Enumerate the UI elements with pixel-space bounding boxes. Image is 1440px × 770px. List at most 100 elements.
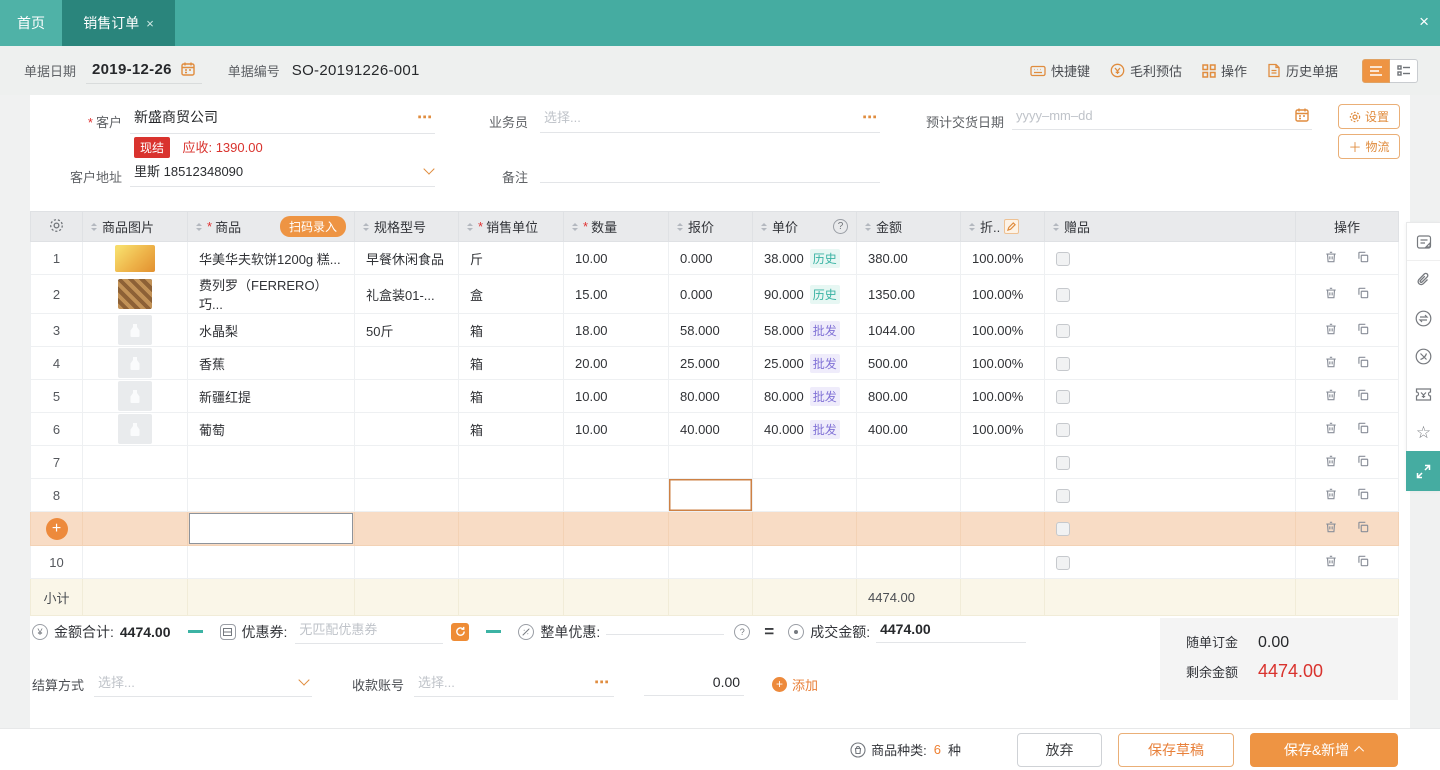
gift-checkbox[interactable] xyxy=(1056,251,1070,266)
receive-account-select[interactable]: 选择... ⋯ xyxy=(414,672,615,697)
product-image[interactable] xyxy=(115,244,155,272)
discount-cell[interactable]: 100.00% xyxy=(960,412,1045,446)
header-unit[interactable]: * 销售单位 xyxy=(458,211,564,242)
unit-cell[interactable]: 箱 xyxy=(458,313,564,347)
operations-button[interactable]: 操作 xyxy=(1202,61,1247,80)
price-cell[interactable]: 25.000 批发 xyxy=(752,346,857,380)
gift-checkbox[interactable] xyxy=(1056,555,1070,570)
product-name-cell[interactable]: 香蕉 xyxy=(187,346,355,380)
spec-cell[interactable] xyxy=(354,379,459,413)
header-product[interactable]: * 商品 扫码录入 xyxy=(187,211,355,242)
shortcut-keys-button[interactable]: 快捷键 xyxy=(1030,61,1090,80)
customer-address-field[interactable]: 里斯 18512348090 xyxy=(130,161,435,187)
quote-cell[interactable]: 0.000 xyxy=(668,274,753,314)
header-product-image[interactable]: 商品图片 xyxy=(82,211,188,242)
copy-icon[interactable] xyxy=(1356,322,1370,336)
calendar-icon[interactable] xyxy=(1294,107,1310,123)
remark-field[interactable] xyxy=(540,161,880,183)
discount-cell[interactable]: 100.00% xyxy=(960,346,1045,380)
tab-home[interactable]: 首页 xyxy=(0,0,62,46)
product-image[interactable] xyxy=(118,279,152,309)
coupon-field[interactable]: 无匹配优惠券 xyxy=(295,619,444,644)
copy-icon[interactable] xyxy=(1356,487,1370,501)
discount-cell[interactable]: 100.00% xyxy=(960,313,1045,347)
save-draft-button[interactable]: 保存草稿 xyxy=(1118,732,1234,767)
add-payment-button[interactable]: + 添加 xyxy=(772,675,818,694)
chevron-down-icon[interactable] xyxy=(423,163,435,175)
gift-checkbox[interactable] xyxy=(1056,287,1070,302)
list-view-icon[interactable] xyxy=(1362,58,1390,83)
quote-cell[interactable]: 0.000 xyxy=(668,241,753,275)
sort-icon[interactable] xyxy=(969,222,975,231)
account-more-icon[interactable]: ⋯ xyxy=(594,673,610,691)
delete-icon[interactable] xyxy=(1324,250,1338,264)
expand-button[interactable] xyxy=(1406,451,1440,491)
edit-icon[interactable] xyxy=(1004,219,1020,234)
delete-icon[interactable] xyxy=(1324,487,1338,501)
delete-icon[interactable] xyxy=(1324,322,1338,336)
sort-icon[interactable] xyxy=(467,222,473,231)
qty-cell[interactable]: 10.00 xyxy=(563,241,669,275)
gift-checkbox[interactable] xyxy=(1056,522,1070,537)
product-name-cell[interactable]: 费列罗（FERRERO）巧... xyxy=(187,274,355,314)
window-close-icon[interactable]: × xyxy=(1419,12,1429,32)
logistics-button[interactable]: ＋ 物流 xyxy=(1338,134,1400,159)
voucher-button[interactable] xyxy=(1407,375,1440,413)
refresh-coupon-button[interactable] xyxy=(451,622,470,641)
doc-date-field[interactable]: 2019-12-26 xyxy=(86,58,202,84)
header-discount[interactable]: 折.. xyxy=(960,211,1045,242)
discount-cell[interactable]: 100.00% xyxy=(960,274,1045,314)
settle-method-select[interactable]: 选择... xyxy=(94,672,313,697)
tab-sales-order[interactable]: 销售订单 × xyxy=(62,0,175,46)
unit-cell[interactable]: 箱 xyxy=(458,346,564,380)
spec-cell[interactable] xyxy=(354,346,459,380)
price-cell[interactable]: 40.000 批发 xyxy=(752,412,857,446)
payment-amount-input[interactable]: 0.00 xyxy=(644,674,745,696)
price-cell[interactable]: 90.000 历史 xyxy=(752,274,857,314)
sort-icon[interactable] xyxy=(363,222,369,231)
qty-cell[interactable]: 10.00 xyxy=(563,379,669,413)
spec-cell[interactable]: 礼盒装01-... xyxy=(354,274,459,314)
gift-checkbox[interactable] xyxy=(1056,323,1070,338)
delete-icon[interactable] xyxy=(1324,355,1338,369)
tab-close-icon[interactable]: × xyxy=(146,16,154,31)
sort-icon[interactable] xyxy=(1053,222,1059,231)
debt-button[interactable] xyxy=(1407,337,1440,375)
price-cell[interactable]: 38.000 历史 xyxy=(752,241,857,275)
abandon-button[interactable]: 放弃 xyxy=(1017,732,1102,767)
copy-icon[interactable] xyxy=(1356,250,1370,264)
add-row-button[interactable]: + xyxy=(45,517,68,540)
sort-icon[interactable] xyxy=(572,222,578,231)
sort-icon[interactable] xyxy=(761,222,767,231)
save-and-new-button[interactable]: 保存&新增 xyxy=(1250,732,1398,767)
sort-icon[interactable] xyxy=(91,222,97,231)
gift-checkbox[interactable] xyxy=(1056,488,1070,503)
favorite-button[interactable]: ☆ xyxy=(1407,413,1440,451)
unit-cell[interactable]: 斤 xyxy=(458,241,564,275)
quote-cell[interactable]: 25.000 xyxy=(668,346,753,380)
copy-icon[interactable] xyxy=(1356,355,1370,369)
header-amount[interactable]: 金额 xyxy=(856,211,961,242)
history-orders-button[interactable]: 历史单据 xyxy=(1267,61,1338,80)
spec-cell[interactable]: 50斤 xyxy=(354,313,459,347)
discount-cell[interactable]: 100.00% xyxy=(960,379,1045,413)
gross-profit-button[interactable]: 毛利预估 xyxy=(1110,61,1182,80)
order-discount-field[interactable] xyxy=(606,629,725,635)
question-icon[interactable]: ? xyxy=(734,623,751,640)
sort-icon[interactable] xyxy=(196,222,202,231)
settings-button[interactable]: 设置 xyxy=(1338,104,1400,129)
calendar-icon[interactable] xyxy=(180,61,196,77)
quote-cell[interactable]: 80.000 xyxy=(668,379,753,413)
header-gift[interactable]: 赠品 xyxy=(1044,211,1296,242)
gift-checkbox[interactable] xyxy=(1056,455,1070,470)
note-button[interactable] xyxy=(1407,223,1440,261)
unit-cell[interactable]: 箱 xyxy=(458,379,564,413)
quote-cell[interactable]: 40.000 xyxy=(668,412,753,446)
delete-icon[interactable] xyxy=(1324,388,1338,402)
quote-cell[interactable]: 58.000 xyxy=(668,313,753,347)
gift-checkbox[interactable] xyxy=(1056,356,1070,371)
unit-cell[interactable]: 箱 xyxy=(458,412,564,446)
copy-icon[interactable] xyxy=(1356,286,1370,300)
copy-icon[interactable] xyxy=(1356,388,1370,402)
product-name-cell[interactable]: 葡萄 xyxy=(187,412,355,446)
